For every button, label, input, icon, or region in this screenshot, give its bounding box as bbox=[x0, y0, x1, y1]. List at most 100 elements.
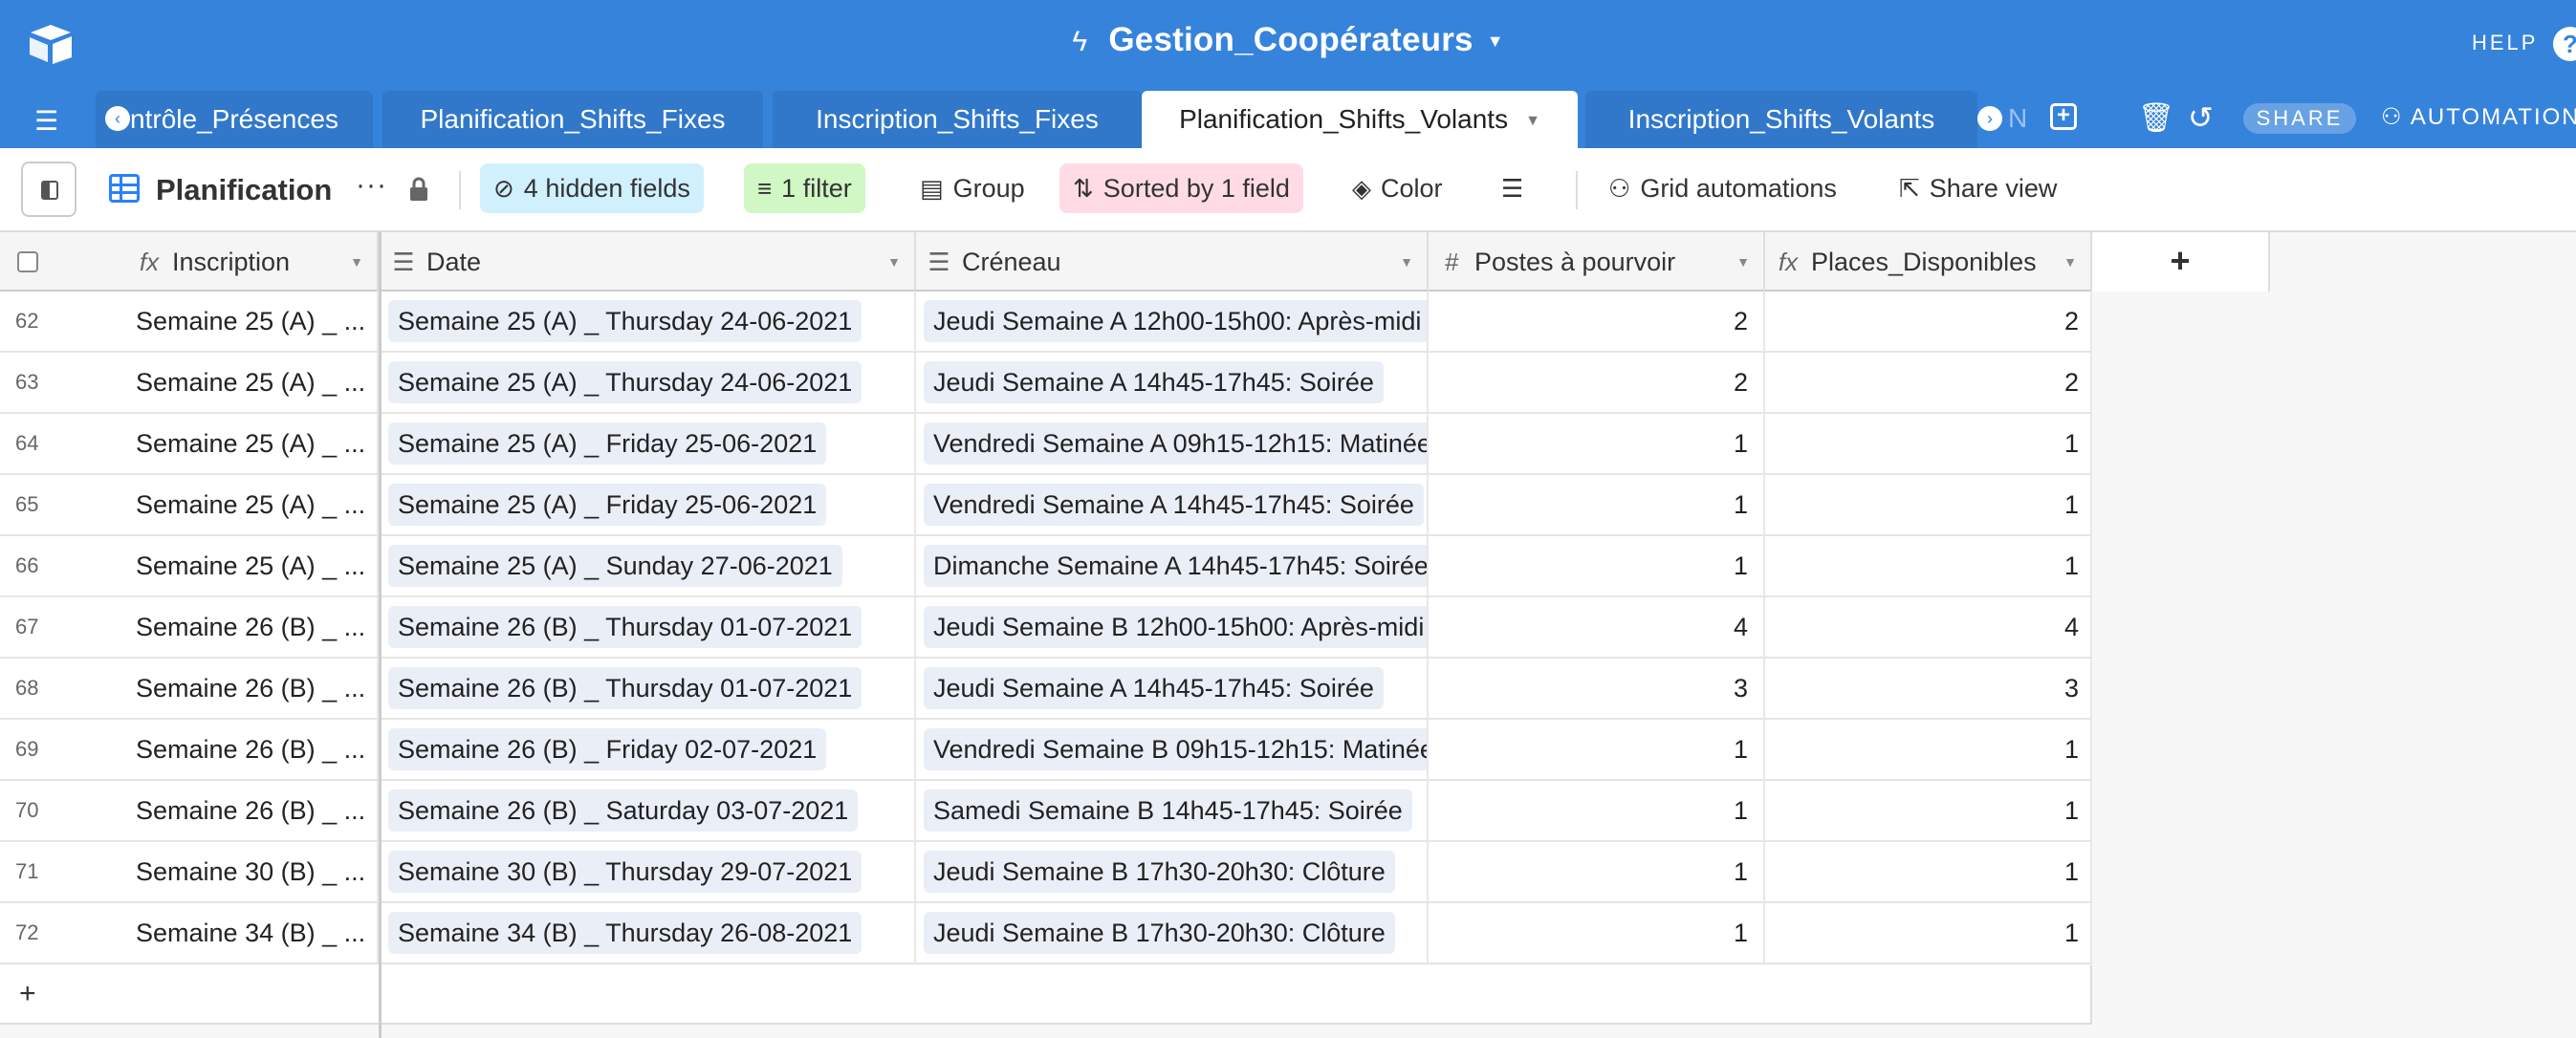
cell-date[interactable]: Semaine 30 (B) _ Thursday 29-07-2021 bbox=[381, 842, 916, 901]
help-link[interactable]: HELP bbox=[2472, 31, 2538, 55]
linked-record-chip[interactable]: Semaine 25 (A) _ Friday 25-06-2021 bbox=[388, 422, 827, 465]
column-header-creneau[interactable]: ☰ Créneau ▼ bbox=[916, 232, 1429, 292]
cell-date[interactable]: Semaine 25 (A) _ Sunday 27-06-2021 bbox=[381, 536, 916, 595]
table-row[interactable]: 69 Semaine 26 (B) _ ... Semaine 26 (B) _ F… bbox=[0, 720, 2092, 781]
cell-postes[interactable]: 1 bbox=[1429, 781, 1765, 840]
chevron-down-icon[interactable]: ▼ bbox=[350, 232, 363, 292]
cell-inscription[interactable]: Semaine 25 (A) _ ... bbox=[124, 536, 379, 595]
linked-record-chip[interactable]: Semaine 26 (B) _ Thursday 01-07-2021 bbox=[388, 606, 862, 648]
cell-creneau[interactable]: Jeudi Semaine B 17h30-20h30: Clôture bbox=[916, 903, 1429, 962]
cell-inscription[interactable]: Semaine 26 (B) _ ... bbox=[124, 597, 379, 657]
linked-record-chip[interactable]: Jeudi Semaine A 14h45-17h45: Soirée bbox=[924, 667, 1384, 709]
cell-creneau[interactable]: Jeudi Semaine A 12h00-15h00: Après-midi bbox=[916, 292, 1429, 351]
cell-date[interactable]: Semaine 25 (A) _ Friday 25-06-2021 bbox=[381, 414, 916, 473]
column-header-postes[interactable]: # Postes à pourvoir ▼ bbox=[1429, 232, 1765, 292]
cell-inscription[interactable]: Semaine 25 (A) _ ... bbox=[124, 353, 379, 412]
cell-inscription[interactable]: Semaine 30 (B) _ ... bbox=[124, 842, 379, 901]
cell-places[interactable]: 1 bbox=[1765, 536, 2092, 595]
group-button[interactable]: ▤ Group bbox=[906, 163, 1038, 213]
linked-record-chip[interactable]: Vendredi Semaine B 09h15-12h15: Matinée bbox=[924, 728, 1427, 770]
cell-date[interactable]: Semaine 26 (B) _ Thursday 01-07-2021 bbox=[381, 659, 916, 718]
cell-creneau[interactable]: Dimanche Semaine A 14h45-17h45: Soirée bbox=[916, 536, 1429, 595]
tabs-scroll-right-icon[interactable]: › bbox=[1977, 106, 2002, 131]
linked-record-chip[interactable]: Dimanche Semaine A 14h45-17h45: Soirée bbox=[924, 545, 1427, 587]
table-row[interactable]: 62 Semaine 25 (A) _ ... Semaine 25 (A) _ T… bbox=[0, 292, 2092, 353]
more-options-icon[interactable]: ··· bbox=[356, 169, 387, 202]
cell-places[interactable]: 1 bbox=[1765, 903, 2092, 962]
cell-places[interactable]: 1 bbox=[1765, 842, 2092, 901]
sidebar-toggle-button[interactable] bbox=[21, 162, 76, 217]
linked-record-chip[interactable]: Jeudi Semaine B 17h30-20h30: Clôture bbox=[924, 851, 1395, 893]
cell-postes[interactable]: 2 bbox=[1429, 353, 1765, 412]
tab-overflow[interactable]: N bbox=[2008, 103, 2027, 134]
cell-date[interactable]: Semaine 25 (A) _ Thursday 24-06-2021 bbox=[381, 353, 916, 412]
chevron-down-icon[interactable]: ▼ bbox=[1400, 232, 1413, 292]
chevron-down-icon[interactable]: ▼ bbox=[887, 232, 901, 292]
cell-inscription[interactable]: Semaine 25 (A) _ ... bbox=[124, 292, 379, 351]
linked-record-chip[interactable]: Semaine 34 (B) _ Thursday 26-08-2021 bbox=[388, 912, 862, 954]
linked-record-chip[interactable]: Jeudi Semaine B 12h00-15h00: Après-midi bbox=[924, 606, 1427, 648]
select-all-checkbox[interactable] bbox=[17, 251, 38, 272]
cell-postes[interactable]: 3 bbox=[1429, 659, 1765, 718]
chevron-down-icon[interactable]: ▼ bbox=[1525, 113, 1540, 129]
cell-postes[interactable]: 1 bbox=[1429, 475, 1765, 534]
cell-postes[interactable]: 1 bbox=[1429, 842, 1765, 901]
sort-button[interactable]: ⇅ Sorted by 1 field bbox=[1059, 163, 1303, 213]
column-header-inscription[interactable]: fx Inscription ▼ bbox=[124, 232, 379, 292]
cell-places[interactable]: 1 bbox=[1765, 720, 2092, 779]
tab-planification-shifts-fixes[interactable]: Planification_Shifts_Fixes bbox=[382, 91, 763, 148]
cell-date[interactable]: Semaine 34 (B) _ Thursday 26-08-2021 bbox=[381, 903, 916, 962]
color-button[interactable]: ◈ Color bbox=[1339, 163, 1456, 213]
table-row[interactable]: 66 Semaine 25 (A) _ ... Semaine 25 (A) _ S… bbox=[0, 536, 2092, 597]
cell-date[interactable]: Semaine 25 (A) _ Friday 25-06-2021 bbox=[381, 475, 916, 534]
history-icon[interactable]: ↺ bbox=[2188, 99, 2214, 136]
add-table-icon[interactable]: + bbox=[2050, 103, 2077, 130]
cell-places[interactable]: 1 bbox=[1765, 414, 2092, 473]
table-row[interactable]: 65 Semaine 25 (A) _ ... Semaine 25 (A) _ F… bbox=[0, 475, 2092, 536]
row-height-button[interactable]: ☰ bbox=[1488, 163, 1546, 213]
cell-creneau[interactable]: Samedi Semaine B 14h45-17h45: Soirée bbox=[916, 781, 1429, 840]
cell-places[interactable]: 1 bbox=[1765, 781, 2092, 840]
linked-record-chip[interactable]: Semaine 26 (B) _ Thursday 01-07-2021 bbox=[388, 667, 862, 709]
table-row[interactable]: 70 Semaine 26 (B) _ ... Semaine 26 (B) _ S… bbox=[0, 781, 2092, 842]
base-title[interactable]: ϟ Gestion_Coopérateurs ▼ bbox=[0, 21, 2576, 59]
tab-planification-shifts-volants[interactable]: Planification_Shifts_Volants ▼ bbox=[1142, 91, 1578, 148]
table-row[interactable]: 63 Semaine 25 (A) _ ... Semaine 25 (A) _ T… bbox=[0, 353, 2092, 414]
add-field-button[interactable]: + bbox=[2092, 232, 2270, 292]
cell-places[interactable]: 4 bbox=[1765, 597, 2092, 657]
hamburger-icon[interactable]: ☰ bbox=[34, 105, 58, 137]
table-row[interactable]: 71 Semaine 30 (B) _ ... Semaine 30 (B) _ T… bbox=[0, 842, 2092, 903]
table-row[interactable]: 68 Semaine 26 (B) _ ... Semaine 26 (B) _ T… bbox=[0, 659, 2092, 720]
linked-record-chip[interactable]: Semaine 30 (B) _ Thursday 29-07-2021 bbox=[388, 851, 862, 893]
linked-record-chip[interactable]: Vendredi Semaine A 14h45-17h45: Soirée bbox=[924, 484, 1424, 526]
cell-postes[interactable]: 1 bbox=[1429, 720, 1765, 779]
table-row[interactable]: 64 Semaine 25 (A) _ ... Semaine 25 (A) _ F… bbox=[0, 414, 2092, 475]
cell-inscription[interactable]: Semaine 26 (B) _ ... bbox=[124, 781, 379, 840]
cell-postes[interactable]: 1 bbox=[1429, 903, 1765, 962]
cell-inscription[interactable]: Semaine 34 (B) _ ... bbox=[124, 903, 379, 962]
linked-record-chip[interactable]: Semaine 25 (A) _ Friday 25-06-2021 bbox=[388, 484, 827, 526]
tab-inscription-shifts-volants[interactable]: Inscription_Shifts_Volants bbox=[1585, 91, 1977, 148]
cell-postes[interactable]: 1 bbox=[1429, 536, 1765, 595]
chevron-down-icon[interactable]: ▼ bbox=[1736, 232, 1750, 292]
add-record-button[interactable]: + bbox=[0, 965, 379, 1025]
trash-icon[interactable]: 🗑 bbox=[2138, 101, 2174, 135]
linked-record-chip[interactable]: Jeudi Semaine A 14h45-17h45: Soirée bbox=[924, 361, 1384, 403]
tabs-scroll-left-icon[interactable]: ‹ bbox=[105, 106, 130, 131]
cell-creneau[interactable]: Jeudi Semaine B 12h00-15h00: Après-midi bbox=[916, 597, 1429, 657]
frozen-column-divider[interactable] bbox=[379, 232, 382, 1038]
tab-inscription-shifts-fixes[interactable]: Inscription_Shifts_Fixes bbox=[773, 91, 1142, 148]
share-button[interactable]: SHARE bbox=[2243, 103, 2356, 134]
cell-creneau[interactable]: Jeudi Semaine A 14h45-17h45: Soirée bbox=[916, 353, 1429, 412]
linked-record-chip[interactable]: Semaine 26 (B) _ Friday 02-07-2021 bbox=[388, 728, 827, 770]
linked-record-chip[interactable]: Jeudi Semaine B 17h30-20h30: Clôture bbox=[924, 912, 1395, 954]
cell-date[interactable]: Semaine 26 (B) _ Friday 02-07-2021 bbox=[381, 720, 916, 779]
cell-postes[interactable]: 1 bbox=[1429, 414, 1765, 473]
cell-places[interactable]: 3 bbox=[1765, 659, 2092, 718]
cell-inscription[interactable]: Semaine 26 (B) _ ... bbox=[124, 720, 379, 779]
view-name[interactable]: Planification bbox=[156, 173, 332, 207]
column-header-date[interactable]: ☰ Date ▼ bbox=[381, 232, 916, 292]
linked-record-chip[interactable]: Semaine 25 (A) _ Thursday 24-06-2021 bbox=[388, 300, 862, 342]
filter-button[interactable]: ≡ 1 filter bbox=[744, 163, 865, 213]
cell-postes[interactable]: 4 bbox=[1429, 597, 1765, 657]
